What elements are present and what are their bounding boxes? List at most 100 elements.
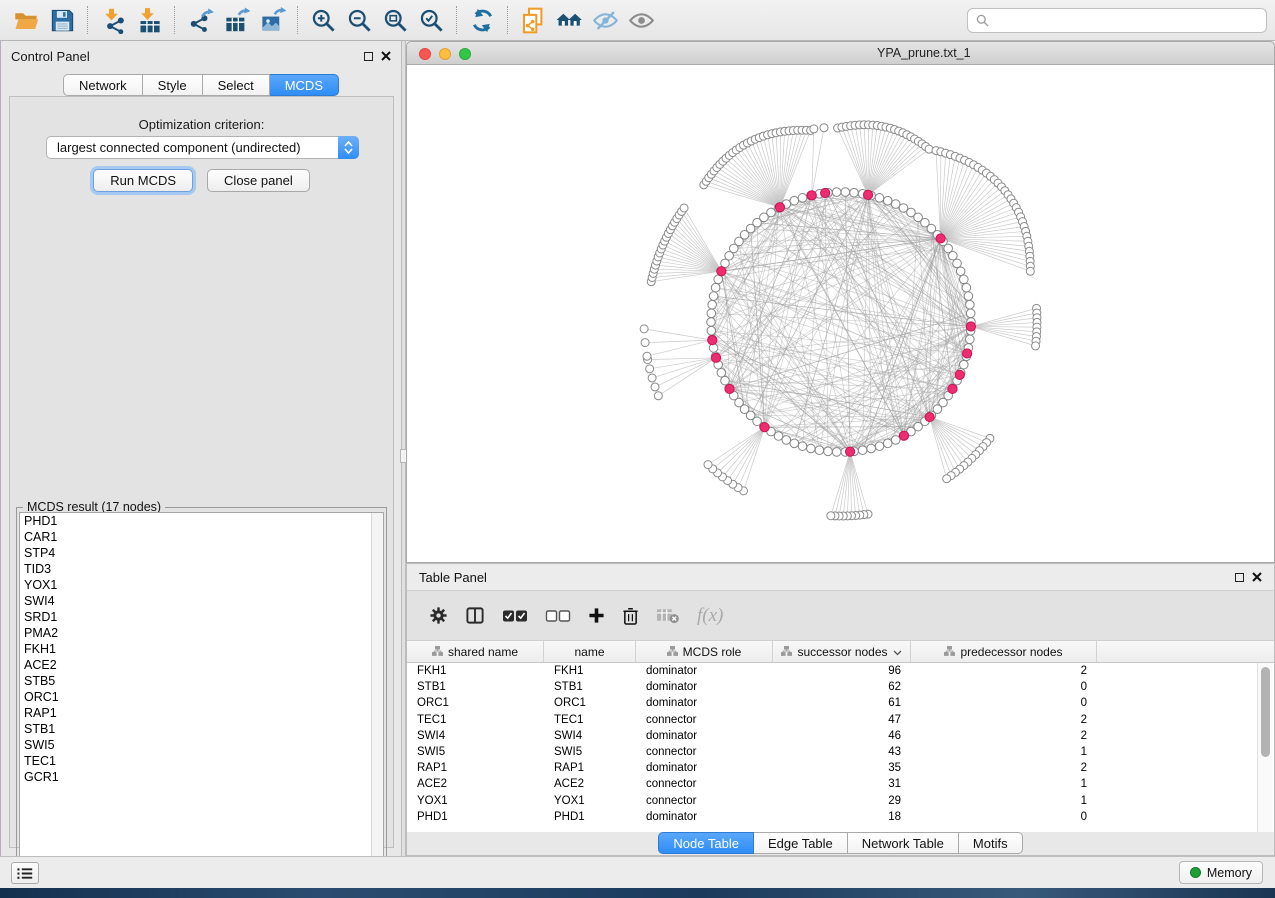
- hierarchy-icon: [667, 645, 678, 659]
- tab-style[interactable]: Style: [143, 74, 203, 96]
- hide-selected-button[interactable]: [587, 3, 623, 37]
- function-builder-button[interactable]: f(x): [697, 605, 723, 627]
- table-row[interactable]: SWI4SWI4dominator462: [407, 728, 1274, 744]
- cell-successor-nodes: 61: [773, 697, 911, 709]
- float-panel-icon[interactable]: [364, 52, 373, 61]
- mcds-result-item[interactable]: PHD1: [20, 513, 383, 529]
- cell-predecessor-nodes: 1: [911, 746, 1097, 758]
- table-scrollbar[interactable]: [1257, 663, 1272, 832]
- table-row[interactable]: YOX1YOX1connector291: [407, 793, 1274, 809]
- first-neighbors-button[interactable]: [551, 3, 587, 37]
- mcds-result-list[interactable]: PHD1CAR1STP4TID3YOX1SWI4SRD1PMA2FKH1ACE2…: [19, 512, 384, 876]
- delete-table-icon: [656, 607, 680, 624]
- zoom-out-button[interactable]: [341, 3, 377, 37]
- mcds-result-item[interactable]: ORC1: [20, 689, 383, 705]
- mcds-result-item[interactable]: CAR1: [20, 529, 383, 545]
- zoom-in-button[interactable]: [305, 3, 341, 37]
- mcds-result-item[interactable]: STB5: [20, 673, 383, 689]
- table-row[interactable]: PHD1PHD1dominator180: [407, 809, 1274, 825]
- search-input[interactable]: [995, 14, 1258, 28]
- network-canvas[interactable]: [407, 65, 1274, 562]
- export-image-button[interactable]: [254, 3, 290, 37]
- mcds-result-item[interactable]: SWI4: [20, 593, 383, 609]
- mcds-result-item[interactable]: SRD1: [20, 609, 383, 625]
- table-row[interactable]: RAP1RAP1dominator352: [407, 760, 1274, 776]
- column-header-predecessor-nodes[interactable]: predecessor nodes: [911, 641, 1097, 662]
- mcds-result-items: PHD1CAR1STP4TID3YOX1SWI4SRD1PMA2FKH1ACE2…: [20, 513, 383, 785]
- tab-network-table[interactable]: Network Table: [848, 832, 959, 854]
- export-table-button[interactable]: [218, 3, 254, 37]
- application-window: Control Panel NetworkStyleSelectMCDS Opt…: [0, 0, 1275, 898]
- select-all-button[interactable]: [502, 609, 528, 623]
- save-button[interactable]: [44, 3, 80, 37]
- close-panel-icon[interactable]: [381, 51, 391, 61]
- window-close-icon[interactable]: [419, 48, 431, 60]
- memory-button[interactable]: Memory: [1179, 861, 1263, 884]
- mcds-result-item[interactable]: STB1: [20, 721, 383, 737]
- zoom-fit-button[interactable]: [377, 3, 413, 37]
- scrollbar-thumb[interactable]: [1261, 667, 1270, 757]
- cell-shared-name: TEC1: [407, 714, 544, 726]
- gear-icon: [429, 606, 448, 625]
- mcds-list-scrollbar[interactable]: [371, 513, 383, 875]
- gear-button[interactable]: [429, 606, 448, 625]
- table-row[interactable]: TEC1TEC1connector472: [407, 712, 1274, 728]
- column-label: shared name: [448, 645, 518, 659]
- column-header-shared-name[interactable]: shared name: [407, 641, 544, 662]
- tab-mcds[interactable]: MCDS: [270, 74, 339, 96]
- mcds-result-item[interactable]: TID3: [20, 561, 383, 577]
- criterion-dropdown[interactable]: largest connected component (undirected): [46, 136, 359, 159]
- table-panel-title: Table Panel: [419, 570, 487, 585]
- export-network-button[interactable]: [182, 3, 218, 37]
- mcds-result-item[interactable]: FKH1: [20, 641, 383, 657]
- column-header-name[interactable]: name: [544, 641, 636, 662]
- column-header-MCDS-role[interactable]: MCDS role: [636, 641, 773, 662]
- table-row[interactable]: SWI5SWI5connector431: [407, 744, 1274, 760]
- tab-select[interactable]: Select: [203, 74, 270, 96]
- show-all-button[interactable]: [623, 3, 659, 37]
- mcds-result-item[interactable]: ACE2: [20, 657, 383, 673]
- tab-edge-table[interactable]: Edge Table: [754, 832, 848, 854]
- network-window-titlebar[interactable]: YPA_prune.txt_1: [407, 42, 1274, 65]
- column-header-filler: [1097, 641, 1274, 662]
- add-column-button[interactable]: [588, 607, 605, 624]
- window-minimize-icon[interactable]: [439, 48, 451, 60]
- import-network-button[interactable]: [95, 3, 131, 37]
- open-button[interactable]: [8, 3, 44, 37]
- task-history-button[interactable]: [11, 862, 39, 884]
- open-folder-icon: [13, 7, 40, 34]
- mcds-result-item[interactable]: TEC1: [20, 753, 383, 769]
- table-panel: Table Panel f(x) shared name nameMCDS rol…: [406, 563, 1275, 856]
- delete-table-button[interactable]: [656, 607, 680, 624]
- cell-shared-name: STB1: [407, 681, 544, 693]
- mcds-result-item[interactable]: STP4: [20, 545, 383, 561]
- delete-column-button[interactable]: [622, 606, 639, 626]
- float-panel-icon[interactable]: [1235, 573, 1244, 582]
- column-header-successor-nodes[interactable]: successor nodes: [773, 641, 911, 662]
- table-row[interactable]: ORC1ORC1dominator610: [407, 695, 1274, 711]
- mcds-result-item[interactable]: GCR1: [20, 769, 383, 785]
- zoom-selected-button[interactable]: [413, 3, 449, 37]
- close-panel-icon[interactable]: [1252, 572, 1262, 582]
- mcds-result-item[interactable]: RAP1: [20, 705, 383, 721]
- mcds-result-item[interactable]: YOX1: [20, 577, 383, 593]
- export-network-icon: [187, 7, 214, 34]
- mcds-result-item[interactable]: PMA2: [20, 625, 383, 641]
- table-row[interactable]: FKH1FKH1dominator962: [407, 663, 1274, 679]
- refresh-button[interactable]: [464, 3, 500, 37]
- search-field[interactable]: [967, 8, 1267, 33]
- column-browser-button[interactable]: [465, 606, 485, 625]
- table-row[interactable]: ACE2ACE2connector311: [407, 776, 1274, 792]
- network-graph: [407, 65, 1274, 562]
- tab-network[interactable]: Network: [63, 74, 143, 96]
- close-panel-button[interactable]: Close panel: [207, 169, 310, 192]
- window-maximize-icon[interactable]: [459, 48, 471, 60]
- import-table-button[interactable]: [131, 3, 167, 37]
- mcds-result-item[interactable]: SWI5: [20, 737, 383, 753]
- duplicate-network-button[interactable]: [515, 3, 551, 37]
- unselect-all-button[interactable]: [545, 609, 571, 623]
- table-row[interactable]: STB1STB1dominator620: [407, 679, 1274, 695]
- tab-node-table[interactable]: Node Table: [658, 832, 754, 854]
- run-mcds-button[interactable]: Run MCDS: [93, 169, 193, 192]
- tab-motifs[interactable]: Motifs: [959, 832, 1023, 854]
